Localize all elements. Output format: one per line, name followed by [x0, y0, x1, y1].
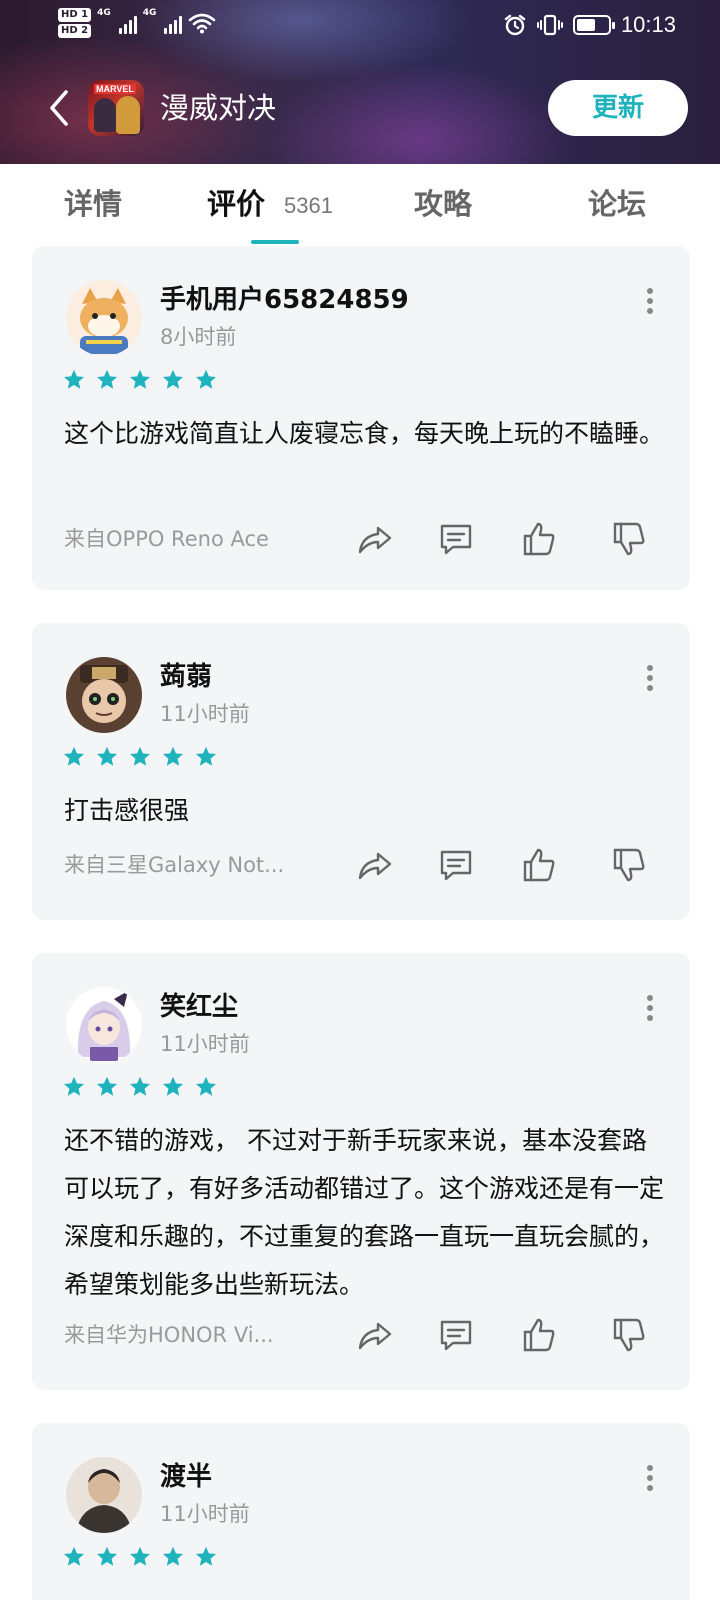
more-vertical-icon[interactable] [646, 665, 654, 691]
star-icon [64, 746, 84, 766]
avatar[interactable] [66, 657, 142, 733]
device-label: 来自OPPO Reno Ace [64, 527, 269, 551]
review-time: 11小时前 [160, 702, 250, 726]
more-vertical-icon[interactable] [646, 995, 654, 1021]
review-text: 还不错的游戏， 不过对于新手玩家来说，基本没套路可以玩了，有好多活动都错过了。这… [64, 1126, 665, 1299]
star-icon [97, 746, 117, 766]
share-icon[interactable] [356, 520, 394, 558]
chevron-left-icon[interactable] [44, 88, 74, 128]
star-icon [196, 1076, 216, 1096]
review-card: 手机用户65824859 8小时前 这个比游戏简直让人废寝忘食，每天晚上玩的不瞌… [32, 246, 690, 590]
signal-2-icon [164, 12, 183, 34]
more-vertical-icon[interactable] [646, 1465, 654, 1491]
status-bar: HD 1 HD 2 4G 4G 10:13 [0, 0, 720, 52]
review-text: 这个比游戏简直让人废寝忘食，每天晚上玩的不瞌睡。 [64, 419, 665, 448]
wifi-icon [189, 13, 216, 34]
clock: 10:13 [620, 12, 676, 37]
thumbs-down-icon[interactable] [610, 520, 648, 558]
review-card: 蒟蒻 11小时前 打击感很强 来自三星Galaxy Not... [32, 623, 690, 920]
signal-1-icon [118, 12, 137, 34]
username[interactable]: 蒟蒻 [160, 659, 212, 695]
app-nav-bar: MARVEL 漫威对决 更新 [0, 72, 720, 144]
battery-level [576, 19, 595, 31]
status-bar-right: 10:13 [503, 12, 676, 38]
active-tab-indicator [251, 240, 299, 244]
star-icon [163, 1546, 183, 1566]
star-icon [130, 746, 150, 766]
app-icon: MARVEL [88, 80, 144, 136]
star-icon [196, 1546, 216, 1566]
star-icon [64, 1546, 84, 1566]
avatar[interactable] [66, 1457, 142, 1533]
tab-forum[interactable]: 论坛 [588, 184, 646, 224]
battery-icon [572, 15, 615, 35]
app-icon-figure-left [94, 98, 116, 132]
review-footer: 来自华为HONOR Vi... [64, 1316, 658, 1356]
device-label: 来自三星Galaxy Not... [64, 853, 285, 877]
network-type-2: 4G [142, 8, 157, 18]
review-footer: 来自OPPO Reno Ace [64, 520, 658, 560]
star-icon [97, 1546, 117, 1566]
star-icon [130, 369, 150, 389]
rating-stars [62, 1075, 218, 1099]
app-header: HD 1 HD 2 4G 4G 10:13 MARVEL 漫威对决 更新 [0, 0, 720, 164]
star-icon [163, 369, 183, 389]
review-text: 打击感很强 [64, 796, 190, 825]
thumbs-up-icon[interactable] [520, 1316, 558, 1354]
review-footer: 来自三星Galaxy Not... [64, 846, 658, 886]
app-title: 漫威对决 [160, 91, 277, 125]
star-icon [97, 1076, 117, 1096]
comment-icon[interactable] [437, 520, 475, 558]
star-icon [97, 369, 117, 389]
star-icon [130, 1076, 150, 1096]
rating-stars [62, 1545, 218, 1569]
tab-reviews[interactable]: 评价 [207, 184, 265, 224]
username[interactable]: 渡半 [160, 1459, 212, 1495]
thumbs-up-icon[interactable] [520, 520, 558, 558]
tab-guides[interactable]: 攻略 [414, 184, 472, 224]
vibrate-icon [536, 14, 563, 36]
update-button[interactable]: 更新 [548, 80, 688, 136]
share-icon[interactable] [356, 1316, 394, 1354]
username[interactable]: 笑红尘 [160, 989, 238, 1025]
star-icon [130, 1546, 150, 1566]
hd-indicators: HD 1 HD 2 [58, 8, 92, 38]
rating-stars [62, 745, 218, 769]
review-time: 8小时前 [160, 325, 237, 349]
thumbs-down-icon[interactable] [610, 1316, 648, 1354]
app-icon-brand: MARVEL [94, 84, 136, 94]
thumbs-up-icon[interactable] [520, 846, 558, 884]
rating-stars [62, 368, 218, 392]
comment-icon[interactable] [437, 1316, 475, 1354]
review-card: 笑红尘 11小时前 还不错的游戏， 不过对于新手玩家来说，基本没套路可以玩了，有… [32, 953, 690, 1390]
share-icon[interactable] [356, 846, 394, 884]
star-icon [64, 369, 84, 389]
device-label: 来自华为HONOR Vi... [64, 1323, 274, 1347]
tab-details[interactable]: 详情 [64, 184, 122, 224]
review-time: 11小时前 [160, 1502, 250, 1526]
avatar[interactable] [66, 987, 142, 1063]
alarm-icon [504, 14, 526, 36]
tab-bar: 详情 评价 5361 攻略 论坛 [0, 164, 720, 244]
network-type-1: 4G [97, 8, 111, 18]
star-icon [196, 369, 216, 389]
app-icon-figure-right [116, 96, 140, 134]
star-icon [163, 746, 183, 766]
star-icon [64, 1076, 84, 1096]
comment-icon[interactable] [437, 846, 475, 884]
username[interactable]: 手机用户65824859 [160, 282, 409, 318]
star-icon [196, 746, 216, 766]
thumbs-down-icon[interactable] [610, 846, 648, 884]
hd2-badge: HD 2 [58, 24, 92, 38]
review-time: 11小时前 [160, 1032, 250, 1056]
status-bar-left: HD 1 HD 2 4G 4G [58, 8, 216, 38]
review-card: 渡半 11小时前 [32, 1423, 690, 1600]
hd1-badge: HD 1 [58, 8, 92, 22]
review-count: 5361 [284, 193, 333, 218]
more-vertical-icon[interactable] [646, 288, 654, 314]
star-icon [163, 1076, 183, 1096]
avatar[interactable] [66, 280, 142, 356]
